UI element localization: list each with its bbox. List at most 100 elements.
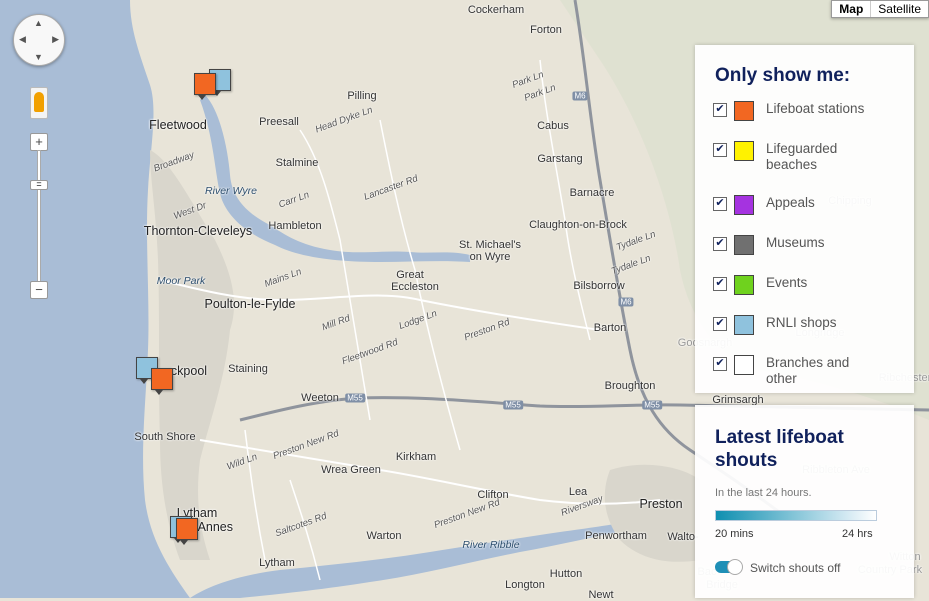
filter-color-swatch: [734, 355, 754, 375]
filter-color-swatch: [734, 195, 754, 215]
pegman-icon[interactable]: [30, 87, 48, 119]
place-label: Stalmine: [275, 157, 319, 169]
place-label: Great: [396, 269, 424, 281]
shouts-time-gradient: [715, 510, 877, 521]
place-label: Cockerham: [467, 4, 525, 16]
place-label: Staining: [228, 363, 268, 375]
pan-left-icon[interactable]: ◀: [19, 34, 26, 45]
filter-panel: Only show me: ✔ Lifeboat stations ✔ Lifegua…: [695, 45, 914, 393]
shouts-range-min: 20 mins: [715, 528, 754, 540]
filter-item[interactable]: ✔ Museums: [713, 235, 876, 255]
filter-item[interactable]: ✔ Events: [713, 275, 876, 295]
place-label: Kirkham: [395, 451, 437, 463]
place-label: Preston: [639, 497, 683, 511]
place-label: Barton: [593, 322, 627, 334]
motorway-shield: M55: [642, 400, 662, 410]
place-label: Wrea Green: [321, 464, 381, 476]
filter-checkbox[interactable]: ✔: [713, 317, 727, 331]
place-label: Pilling: [347, 90, 377, 102]
place-label: Moor Park: [156, 275, 206, 287]
place-label: Garstang: [537, 153, 583, 165]
ribble-estuary: [190, 520, 640, 598]
pan-down-icon[interactable]: ▼: [34, 52, 43, 62]
filter-item[interactable]: ✔ Appeals: [713, 195, 876, 215]
place-label: Preesall: [259, 116, 299, 128]
place-label: Barnacre: [569, 187, 615, 199]
shouts-title: Latest lifeboat shouts: [715, 427, 844, 471]
place-label: Warton: [366, 530, 402, 542]
shouts-toggle-switch[interactable]: [715, 559, 743, 575]
zoom-in-button[interactable]: +: [30, 133, 48, 151]
place-label: South Shore: [134, 431, 196, 443]
place-label: Poulton-le-Fylde: [204, 297, 296, 311]
filter-label: Lifeguarded beaches: [766, 141, 838, 172]
place-label: Longton: [505, 579, 545, 591]
filter-label: Events: [766, 275, 808, 290]
place-label: River Wyre: [205, 185, 257, 197]
filter-checkbox[interactable]: ✔: [713, 277, 727, 291]
preston-urban: [604, 464, 700, 562]
map-type-map-button[interactable]: Map: [832, 1, 872, 17]
filter-label: Branches and other: [766, 355, 850, 386]
place-label: Newt: [588, 589, 614, 601]
place-label: Broughton: [604, 380, 656, 392]
filter-checkbox[interactable]: ✔: [713, 357, 727, 371]
filter-checkbox[interactable]: ✔: [713, 103, 727, 117]
filter-panel-title: Only show me:: [715, 65, 851, 86]
zoom-slider-track[interactable]: [37, 150, 41, 284]
filter-item[interactable]: ✔ RNLI shops: [713, 315, 876, 335]
filter-color-swatch: [734, 141, 754, 161]
shouts-range-max: 24 hrs: [842, 528, 873, 540]
place-label: Lea: [568, 486, 588, 498]
filter-label: Appeals: [766, 195, 815, 210]
lifeboat-station-marker[interactable]: [151, 368, 173, 395]
filter-item[interactable]: ✔ Lifeguarded beaches: [713, 141, 876, 173]
map-type-control: Map Satellite: [831, 0, 929, 18]
shouts-subtitle: In the last 24 hours.: [715, 487, 812, 499]
filter-label: Museums: [766, 235, 825, 250]
motorway-shield: M55: [503, 400, 523, 410]
zoom-out-button[interactable]: −: [30, 281, 48, 299]
pegman-figure-icon: [34, 92, 44, 112]
filter-label: RNLI shops: [766, 315, 837, 330]
pan-up-icon[interactable]: ▲: [34, 18, 43, 28]
filter-color-swatch: [734, 235, 754, 255]
zoom-slider-handle[interactable]: =: [30, 180, 48, 190]
filter-checkbox[interactable]: ✔: [713, 237, 727, 251]
place-label: Forton: [530, 24, 562, 36]
place-label: St. Michael's: [458, 239, 522, 251]
motorway-shield: M6: [572, 91, 588, 101]
filter-color-swatch: [734, 315, 754, 335]
road: [299, 129, 371, 421]
place-label: Weeton: [301, 392, 339, 404]
map-type-satellite-button[interactable]: Satellite: [871, 1, 928, 17]
place-label: Cabus: [537, 120, 569, 132]
place-label: Eccleston: [391, 281, 439, 293]
place-label: Walto-: [667, 531, 699, 543]
filter-color-swatch: [734, 275, 754, 295]
pan-control[interactable]: ▲ ▼ ◀ ▶: [13, 14, 65, 66]
road: [199, 439, 661, 505]
place-label: ckpool: [170, 364, 208, 378]
filter-item[interactable]: ✔ Lifeboat stations: [713, 101, 876, 121]
lifeboat-station-marker[interactable]: [194, 73, 216, 100]
place-label: Penwortham: [585, 530, 647, 542]
place-label: Thornton-Cleveleys: [143, 224, 253, 238]
motorway-shield: M55: [345, 393, 365, 403]
filter-item[interactable]: ✔ Branches and other: [713, 355, 876, 387]
place-label: Lytham: [259, 557, 295, 569]
filter-checkbox[interactable]: ✔: [713, 143, 727, 157]
toggle-knob: [727, 559, 743, 575]
shouts-panel: Latest lifeboat shouts In the last 24 ho…: [695, 405, 914, 598]
place-label: Bilsborrow: [573, 280, 625, 292]
filter-checkbox[interactable]: ✔: [713, 197, 727, 211]
motorway-shield: M6: [618, 297, 634, 307]
filter-label: Lifeboat stations: [766, 101, 865, 116]
place-label: Claughton-on-Brock: [529, 219, 627, 231]
shouts-toggle-label[interactable]: Switch shouts off: [750, 561, 841, 575]
pan-right-icon[interactable]: ▶: [52, 34, 59, 45]
place-label: Hambleton: [268, 220, 322, 232]
lifeboat-station-marker[interactable]: [176, 518, 198, 545]
road: [539, 59, 591, 341]
place-label: Hutton: [549, 568, 583, 580]
